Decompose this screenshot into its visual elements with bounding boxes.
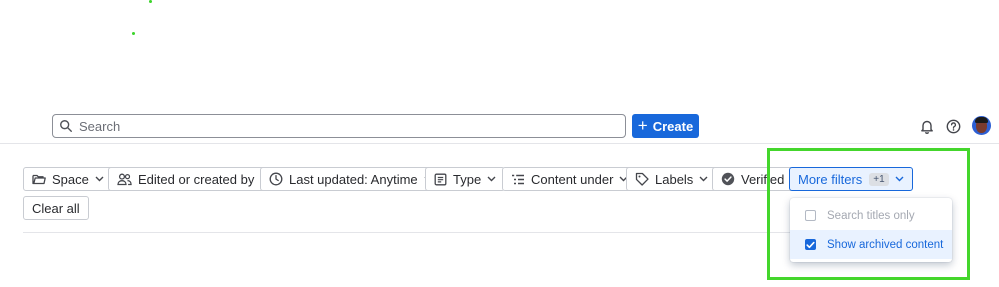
bell-icon	[921, 120, 933, 134]
notifications-button[interactable]	[919, 118, 935, 134]
clock-icon	[269, 172, 283, 186]
chevron-down-icon	[95, 176, 104, 182]
labels-filter[interactable]: Labels	[626, 167, 718, 191]
chevron-down-icon	[699, 176, 708, 182]
hierarchy-icon	[512, 174, 524, 184]
people-icon	[117, 173, 132, 185]
help-button[interactable]	[945, 118, 961, 134]
tag-icon	[635, 172, 649, 186]
edited-by-filter-label: Edited or created by	[138, 171, 255, 187]
verified-icon	[721, 172, 735, 186]
chevron-down-icon	[487, 176, 496, 182]
create-button[interactable]: + Create	[632, 114, 699, 138]
plus-icon: +	[637, 115, 648, 135]
search-input[interactable]	[79, 118, 599, 134]
create-label: Create	[652, 118, 694, 134]
clear-all-button[interactable]: Clear all	[23, 196, 89, 220]
clear-all-label: Clear all	[32, 200, 80, 216]
labels-filter-label: Labels	[655, 171, 694, 187]
help-icon	[946, 119, 960, 133]
top-navigation: + Create	[0, 112, 999, 144]
space-filter-label: Space	[52, 171, 89, 187]
search-icon	[60, 120, 72, 132]
avatar[interactable]	[972, 116, 991, 135]
space-filter[interactable]: Space	[23, 167, 113, 191]
last-updated-filter[interactable]: Last updated: Anytime	[260, 167, 442, 191]
document-icon	[434, 173, 447, 185]
highlight-box	[767, 148, 970, 280]
content-under-filter-label: Content under	[531, 171, 614, 187]
avatar-hair	[975, 117, 988, 123]
folder-icon	[32, 174, 46, 185]
last-updated-filter-label: Last updated: Anytime	[289, 171, 418, 187]
content-under-filter[interactable]: Content under	[502, 167, 638, 191]
decorative-dot	[149, 0, 152, 3]
edited-by-filter[interactable]: Edited or created by	[108, 167, 279, 191]
search-box[interactable]	[52, 114, 626, 138]
type-filter[interactable]: Type	[425, 167, 506, 191]
header-divider	[0, 143, 999, 144]
type-filter-label: Type	[453, 171, 482, 187]
decorative-dot	[132, 32, 135, 35]
